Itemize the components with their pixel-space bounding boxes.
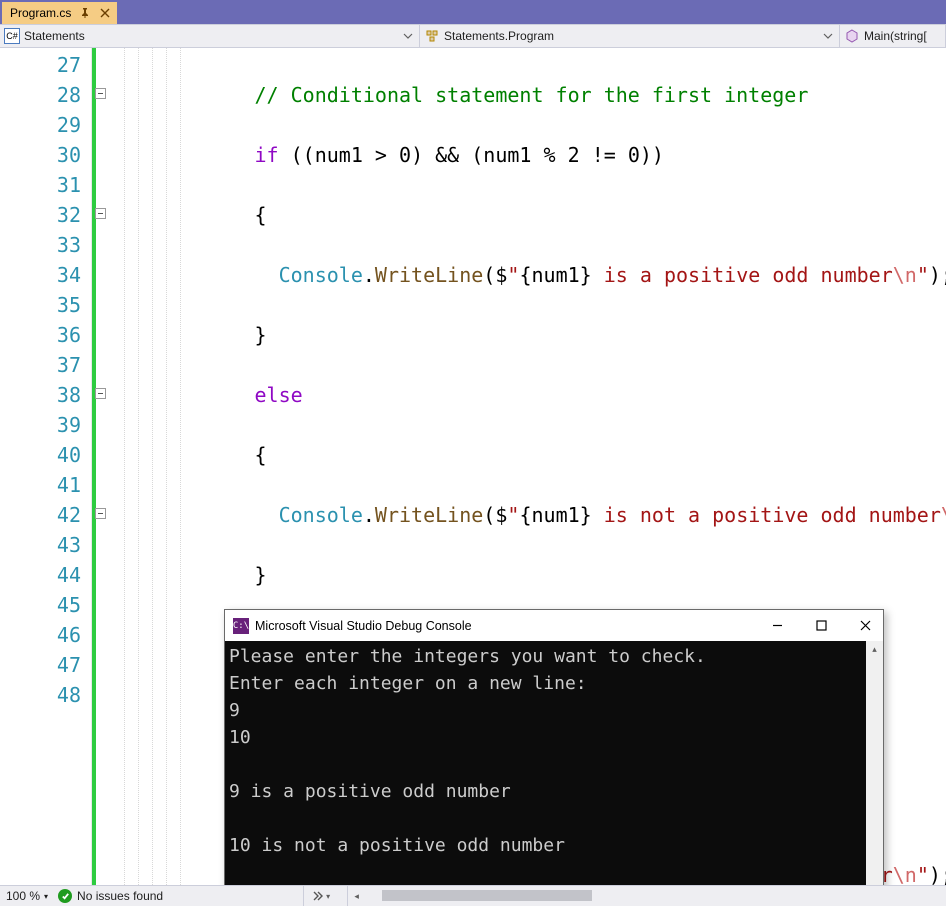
nav-namespace-label: Statements (24, 29, 85, 43)
window-maximize-button[interactable] (811, 616, 831, 636)
console-titlebar[interactable]: C:\ Microsoft Visual Studio Debug Consol… (225, 610, 883, 641)
fold-toggle[interactable] (95, 388, 106, 399)
pin-icon[interactable] (79, 7, 91, 19)
line-number: 32 (0, 200, 81, 230)
nav-class-label: Statements.Program (444, 29, 554, 43)
file-tab[interactable]: Program.cs (2, 2, 117, 24)
line-number: 46 (0, 620, 81, 650)
line-number: 38 (0, 380, 81, 410)
close-icon[interactable] (99, 7, 111, 19)
line-number: 48 (0, 680, 81, 710)
window-minimize-button[interactable] (767, 616, 787, 636)
method-icon (844, 28, 860, 44)
line-number: 34 (0, 260, 81, 290)
window-close-button[interactable] (855, 616, 875, 636)
fold-toggle[interactable] (95, 88, 106, 99)
line-number: 30 (0, 140, 81, 170)
line-number: 36 (0, 320, 81, 350)
hscroll-left-button[interactable]: ◂ (348, 886, 365, 906)
line-number: 39 (0, 410, 81, 440)
line-number: 33 (0, 230, 81, 260)
scroll-up-icon[interactable]: ▴ (866, 641, 883, 658)
line-number: 27 (0, 50, 81, 80)
line-number: 29 (0, 110, 81, 140)
zoom-value: 100 % (6, 889, 40, 903)
nav-method-dropdown[interactable]: Main(string[ (840, 25, 946, 47)
fold-column (92, 48, 110, 885)
line-number: 44 (0, 560, 81, 590)
line-number: 37 (0, 350, 81, 380)
line-number: 42 (0, 500, 81, 530)
line-number: 40 (0, 440, 81, 470)
nav-method-label: Main(string[ (864, 29, 927, 43)
line-number: 47 (0, 650, 81, 680)
error-status[interactable]: No issues found (58, 889, 163, 903)
tab-filename: Program.cs (10, 6, 71, 20)
zoom-level-dropdown[interactable]: 100 % ▾ (6, 889, 48, 903)
console-scrollbar[interactable]: ▴ (866, 641, 883, 885)
line-number: 31 (0, 170, 81, 200)
chevron-down-icon: ▾ (44, 892, 48, 901)
code-editor[interactable]: 27 28 29 30 31 32 33 34 35 36 37 38 39 4… (0, 48, 946, 885)
change-indicator (92, 48, 96, 885)
code-nav-bar: C# Statements Statements.Program Main(st… (0, 24, 946, 48)
debug-console-window[interactable]: C:\ Microsoft Visual Studio Debug Consol… (224, 609, 884, 885)
nav-class-dropdown[interactable]: Statements.Program (420, 25, 840, 47)
viewport-sync-button[interactable]: ▾ (303, 886, 337, 906)
line-number: 35 (0, 290, 81, 320)
nav-namespace-dropdown[interactable]: C# Statements (0, 25, 420, 47)
tab-well: Program.cs (0, 0, 946, 24)
line-number: 45 (0, 590, 81, 620)
console-app-icon: C:\ (233, 618, 249, 634)
csharp-icon: C# (4, 28, 20, 44)
check-circle-icon (58, 889, 72, 903)
line-number: 41 (0, 470, 81, 500)
console-output[interactable]: Please enter the integers you want to ch… (225, 641, 866, 885)
console-title-text: Microsoft Visual Studio Debug Console (255, 619, 472, 633)
class-icon (424, 28, 440, 44)
chevron-down-icon (401, 29, 415, 43)
status-bar: 100 % ▾ No issues found ▾ ◂ (0, 885, 946, 906)
line-number: 28 (0, 80, 81, 110)
line-number: 43 (0, 530, 81, 560)
fold-toggle[interactable] (95, 208, 106, 219)
line-number-gutter: 27 28 29 30 31 32 33 34 35 36 37 38 39 4… (0, 48, 92, 885)
hscroll-thumb[interactable] (382, 890, 592, 901)
issues-text: No issues found (77, 889, 163, 903)
chevron-down-icon (821, 29, 835, 43)
fold-toggle[interactable] (95, 508, 106, 519)
